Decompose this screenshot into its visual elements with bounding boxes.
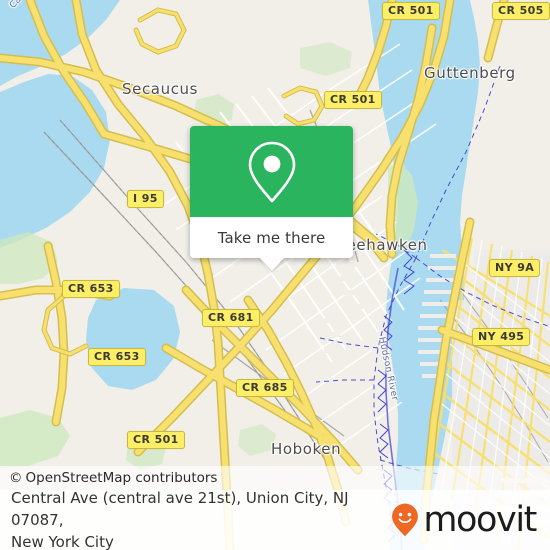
- road-shield-cr-653-lower[interactable]: CR 653: [88, 348, 146, 366]
- road-shield-cr-653-upper[interactable]: CR 653: [62, 280, 120, 298]
- road-shield-ny-495[interactable]: NY 495: [472, 328, 531, 346]
- road-shield-cr-501-south[interactable]: CR 501: [127, 431, 185, 449]
- address-line-1: Central Ave (central ave 21st), Union Ci…: [11, 489, 349, 529]
- map-pin-icon: [248, 141, 295, 202]
- popup-action-bar[interactable]: Take me there: [190, 217, 353, 271]
- moovit-brand[interactable]: moovit: [391, 499, 550, 540]
- road-shield-cr-501-north[interactable]: CR 501: [382, 2, 440, 20]
- road-shield-ny-9a[interactable]: NY 9A: [489, 259, 541, 277]
- road-shield-i-95[interactable]: I 95: [127, 190, 164, 208]
- take-me-there-label: Take me there: [217, 228, 326, 247]
- road-shield-cr-501-secaucus[interactable]: CR 501: [324, 91, 382, 109]
- footer-bar: Central Ave (central ave 21st), Union Ci…: [0, 487, 550, 550]
- map-location-popup[interactable]: Take me there: [190, 126, 353, 271]
- popup-pointer-tail: [258, 257, 285, 271]
- road-shield-cr-505[interactable]: CR 505: [492, 2, 550, 20]
- address-line-2: New York City: [11, 533, 114, 550]
- osm-attribution-text[interactable]: OpenStreetMap contributors: [26, 470, 218, 486]
- road-shield-cr-685[interactable]: CR 685: [236, 379, 294, 397]
- popup-header: [190, 126, 353, 217]
- moovit-wordmark: moovit: [423, 499, 537, 540]
- moovit-pin-smiley-icon: [392, 503, 419, 537]
- copyright-symbol: ©: [9, 470, 23, 486]
- address-block: Central Ave (central ave 21st), Union Ci…: [0, 487, 391, 550]
- road-shield-cr-681[interactable]: CR 681: [202, 309, 260, 327]
